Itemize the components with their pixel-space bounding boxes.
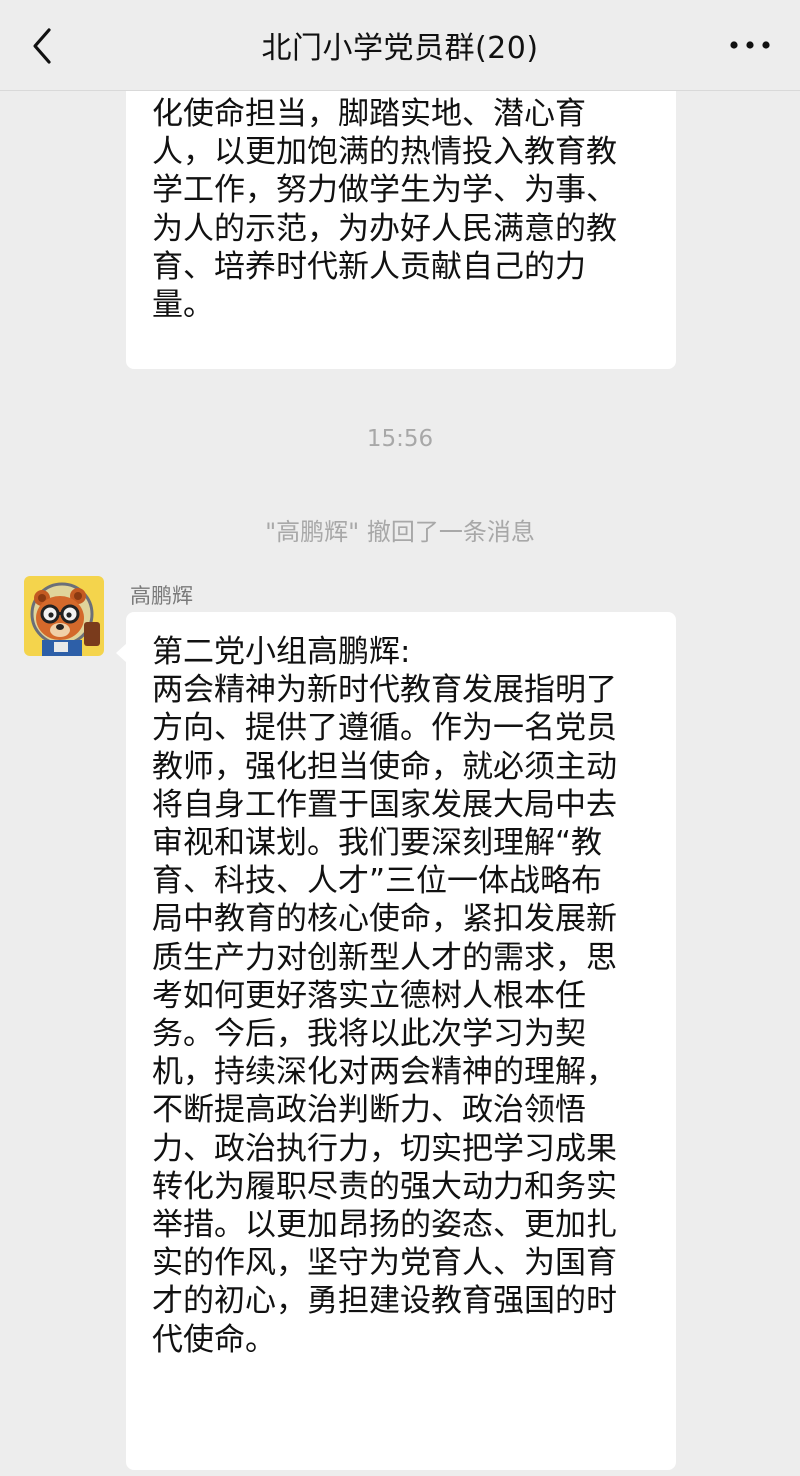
- message-line: 转化为履职尽责的强大动力和务实: [152, 1168, 617, 1205]
- message-line: 两会精神为新时代教育发展指明了: [152, 672, 617, 709]
- chat-header: 北门小学党员群(20): [0, 0, 800, 91]
- message-line: 实的作风，坚守为党育人、为国育: [152, 1245, 617, 1282]
- message-line: 代使命。: [152, 1321, 276, 1358]
- message-line: 将自身工作置于国家发展大局中去: [152, 786, 617, 823]
- message-line: 不断提高政治判断力、政治领悟: [152, 1092, 586, 1129]
- message-line: 才的初心，勇担建设教育强国的时: [152, 1283, 617, 1320]
- message-line: 审视和谋划。我们要深刻理解“教: [152, 825, 603, 862]
- recall-notice: "高鹏辉" 撤回了一条消息: [265, 518, 535, 546]
- message-line: 化使命担当，脚踏实地、潜心育: [152, 96, 586, 132]
- avatar[interactable]: [24, 576, 104, 656]
- message-line: 方向、提供了遵循。作为一名党员: [152, 710, 617, 747]
- message-line: 为人的示范，为办好人民满意的教: [152, 210, 617, 247]
- chat-title: 北门小学党员群(20): [261, 31, 539, 66]
- message-line: 考如何更好落实立德树人根本任: [152, 977, 586, 1014]
- message-line: 务。今后，我将以此次学习为契: [152, 1016, 586, 1053]
- ellipsis-icon: [730, 41, 770, 49]
- sender-name: 高鹏辉: [130, 584, 193, 608]
- message-line: 量。: [152, 287, 214, 324]
- message-line: 力、政治执行力，切实把学习成果: [152, 1130, 617, 1167]
- time-divider: 15:56: [366, 426, 434, 452]
- message-line: 第二党小组高鹏辉:: [152, 634, 411, 670]
- bear-avatar-icon: [24, 576, 104, 656]
- message-line: 人，以更加饱满的热情投入教育教: [152, 134, 617, 171]
- message-bubble[interactable]: 化使命担当，脚踏实地、潜心育 人，以更加饱满的热情投入教育教 学工作，努力做学生…: [126, 60, 676, 369]
- message-line: 育、科技、人才”三位一体战略布: [152, 863, 603, 900]
- message-line: 质生产力对创新型人才的需求，思: [152, 939, 617, 976]
- message-line: 育、培养时代新人贡献自己的力: [152, 248, 586, 285]
- message-bubble[interactable]: 第二党小组高鹏辉: 两会精神为新时代教育发展指明了 方向、提供了遵循。作为一名党…: [126, 612, 676, 1470]
- message-line: 学工作，努力做学生为学、为事、: [152, 172, 617, 209]
- message-line: 教师，强化担当使命，就必须主动: [152, 748, 617, 785]
- message-line: 举措。以更加昂扬的姿态、更加扎: [152, 1207, 617, 1244]
- message-line: 局中教育的核心使命，紧扣发展新: [152, 901, 617, 938]
- message-line: 机，持续深化对两会精神的理解，: [152, 1054, 617, 1091]
- more-button[interactable]: [722, 22, 778, 68]
